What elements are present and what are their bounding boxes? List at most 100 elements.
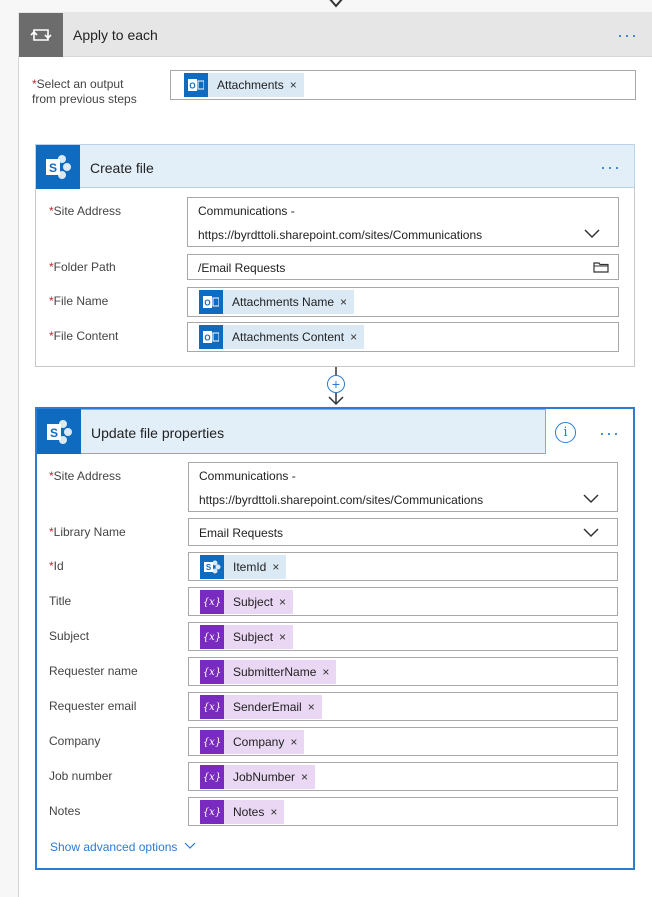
- notes-token-text: Notes: [233, 805, 265, 819]
- cf-file-name-label: *File Name: [49, 294, 108, 309]
- uf-library-name-dropdown[interactable]: Email Requests: [188, 518, 618, 546]
- cf-site-address-label: *Site Address: [49, 204, 121, 219]
- notes-token[interactable]: {x} Notes ×: [200, 800, 285, 824]
- company-token[interactable]: {x} Company ×: [200, 730, 305, 754]
- expression-icon: {x}: [200, 695, 224, 719]
- cf-folder-path-value: /Email Requests: [198, 261, 286, 275]
- attachments-content-token[interactable]: O Attachments Content ×: [199, 325, 365, 349]
- apply-to-each-more-icon[interactable]: ···: [617, 26, 638, 44]
- uf-requester-email-label: Requester email: [49, 699, 137, 713]
- outlook-icon: O: [199, 325, 223, 349]
- uf-job-number-label: Job number: [49, 769, 113, 783]
- uf-job-number-field[interactable]: {x} JobNumber ×: [188, 762, 618, 791]
- itemid-token-text: ItemId: [233, 560, 267, 574]
- remove-token-icon[interactable]: ×: [322, 665, 336, 679]
- uf-site-address-line2: https://byrdttoli.sharepoint.com/sites/C…: [199, 493, 484, 507]
- show-advanced-options-text: Show advanced options: [50, 840, 178, 854]
- chevron-down-icon: [184, 842, 196, 849]
- remove-token-icon[interactable]: ×: [290, 735, 304, 749]
- select-output-label-line1: Select an output: [36, 77, 124, 91]
- remove-token-icon[interactable]: ×: [290, 78, 304, 92]
- cf-site-address-dropdown[interactable]: Communications - https://byrdttoli.share…: [187, 197, 619, 247]
- uf-title-field[interactable]: {x} Subject ×: [188, 587, 618, 616]
- remove-token-icon[interactable]: ×: [279, 595, 293, 609]
- select-output-label: *Select an output from previous steps: [32, 77, 137, 107]
- uf-company-label: Company: [49, 734, 101, 748]
- svg-text:S: S: [49, 161, 57, 175]
- uf-id-label-text: Id: [53, 559, 64, 573]
- loop-icon: [19, 13, 63, 57]
- cf-file-content-field[interactable]: O Attachments Content ×: [187, 322, 619, 352]
- uf-subject-field[interactable]: {x} Subject ×: [188, 622, 618, 651]
- uf-notes-field[interactable]: {x} Notes ×: [188, 797, 618, 826]
- attachments-name-token[interactable]: O Attachments Name ×: [199, 290, 355, 314]
- subject-token[interactable]: {x} Subject ×: [200, 590, 294, 614]
- uf-subject-label: Subject: [49, 629, 90, 643]
- apply-to-each-title: Apply to each: [73, 27, 158, 43]
- cf-file-name-field[interactable]: O Attachments Name ×: [187, 287, 619, 317]
- update-file-title: Update file properties: [91, 425, 225, 441]
- uf-title-label: Title: [49, 594, 72, 608]
- cf-file-content-label-text: File Content: [53, 329, 119, 343]
- uf-notes-label: Notes: [49, 804, 81, 818]
- remove-token-icon[interactable]: ×: [272, 560, 286, 574]
- outlook-icon: O: [199, 290, 223, 314]
- cf-file-name-label-text: File Name: [53, 294, 109, 308]
- chevron-down-icon[interactable]: [583, 494, 599, 504]
- uf-company-field[interactable]: {x} Company ×: [188, 727, 618, 756]
- attachments-name-token-text: Attachments Name: [232, 295, 335, 309]
- expression-icon: {x}: [200, 730, 224, 754]
- select-output-field[interactable]: O Attachments ×: [170, 70, 636, 100]
- attachments-content-token-text: Attachments Content: [232, 330, 345, 344]
- remove-token-icon[interactable]: ×: [350, 330, 364, 344]
- remove-token-icon[interactable]: ×: [308, 700, 322, 714]
- sharepoint-icon: S: [36, 145, 80, 189]
- uf-site-address-label-text: Site Address: [53, 469, 122, 483]
- submittername-token-text: SubmitterName: [233, 665, 317, 679]
- svg-text:S: S: [50, 426, 58, 440]
- attachments-token[interactable]: O Attachments ×: [184, 73, 304, 97]
- uf-requester-name-field[interactable]: {x} SubmitterName ×: [188, 657, 618, 686]
- chevron-down-icon[interactable]: [583, 528, 599, 538]
- sharepoint-icon: S: [37, 409, 81, 454]
- expression-icon: {x}: [200, 660, 224, 684]
- update-file-more-icon[interactable]: ···: [599, 424, 620, 442]
- expression-icon: {x}: [200, 800, 224, 824]
- remove-token-icon[interactable]: ×: [301, 770, 315, 784]
- remove-token-icon[interactable]: ×: [279, 630, 293, 644]
- uf-id-label: *Id: [49, 559, 64, 574]
- remove-token-icon[interactable]: ×: [270, 805, 284, 819]
- subject-token-text: Subject: [233, 630, 274, 644]
- remove-token-icon[interactable]: ×: [340, 295, 354, 309]
- uf-library-name-label: *Library Name: [49, 525, 126, 540]
- expression-icon: {x}: [200, 590, 224, 614]
- uf-requester-email-field[interactable]: {x} SenderEmail ×: [188, 692, 618, 721]
- uf-site-address-dropdown[interactable]: Communications - https://byrdttoli.share…: [188, 462, 618, 512]
- cf-folder-path-label-text: Folder Path: [53, 260, 116, 274]
- cf-folder-path-label: *Folder Path: [49, 260, 116, 275]
- uf-id-field[interactable]: S ItemId ×: [188, 552, 618, 581]
- show-advanced-options-link[interactable]: Show advanced options: [50, 840, 196, 854]
- cf-site-address-line1: Communications -: [198, 204, 295, 218]
- submittername-token[interactable]: {x} SubmitterName ×: [200, 660, 337, 684]
- subject-token[interactable]: {x} Subject ×: [200, 625, 294, 649]
- senderemail-token-text: SenderEmail: [233, 700, 302, 714]
- chevron-down-icon[interactable]: [584, 229, 600, 239]
- uf-requester-name-label: Requester name: [49, 664, 138, 678]
- add-step-button[interactable]: +: [327, 375, 345, 393]
- create-file-title: Create file: [90, 160, 154, 176]
- svg-text:O: O: [204, 334, 210, 343]
- folder-icon[interactable]: [593, 261, 609, 273]
- info-icon[interactable]: i: [555, 422, 576, 443]
- cf-file-content-label: *File Content: [49, 329, 118, 344]
- jobnumber-token[interactable]: {x} JobNumber ×: [200, 765, 316, 789]
- cf-site-address-line2: https://byrdttoli.sharepoint.com/sites/C…: [198, 228, 483, 242]
- itemid-token[interactable]: S ItemId ×: [200, 555, 287, 579]
- cf-folder-path-field[interactable]: /Email Requests: [187, 254, 619, 280]
- uf-library-name-value: Email Requests: [199, 526, 284, 540]
- uf-site-address-line1: Communications -: [199, 469, 296, 483]
- svg-text:S: S: [206, 563, 212, 572]
- expression-icon: {x}: [200, 765, 224, 789]
- senderemail-token[interactable]: {x} SenderEmail ×: [200, 695, 322, 719]
- create-file-more-icon[interactable]: ···: [600, 158, 621, 176]
